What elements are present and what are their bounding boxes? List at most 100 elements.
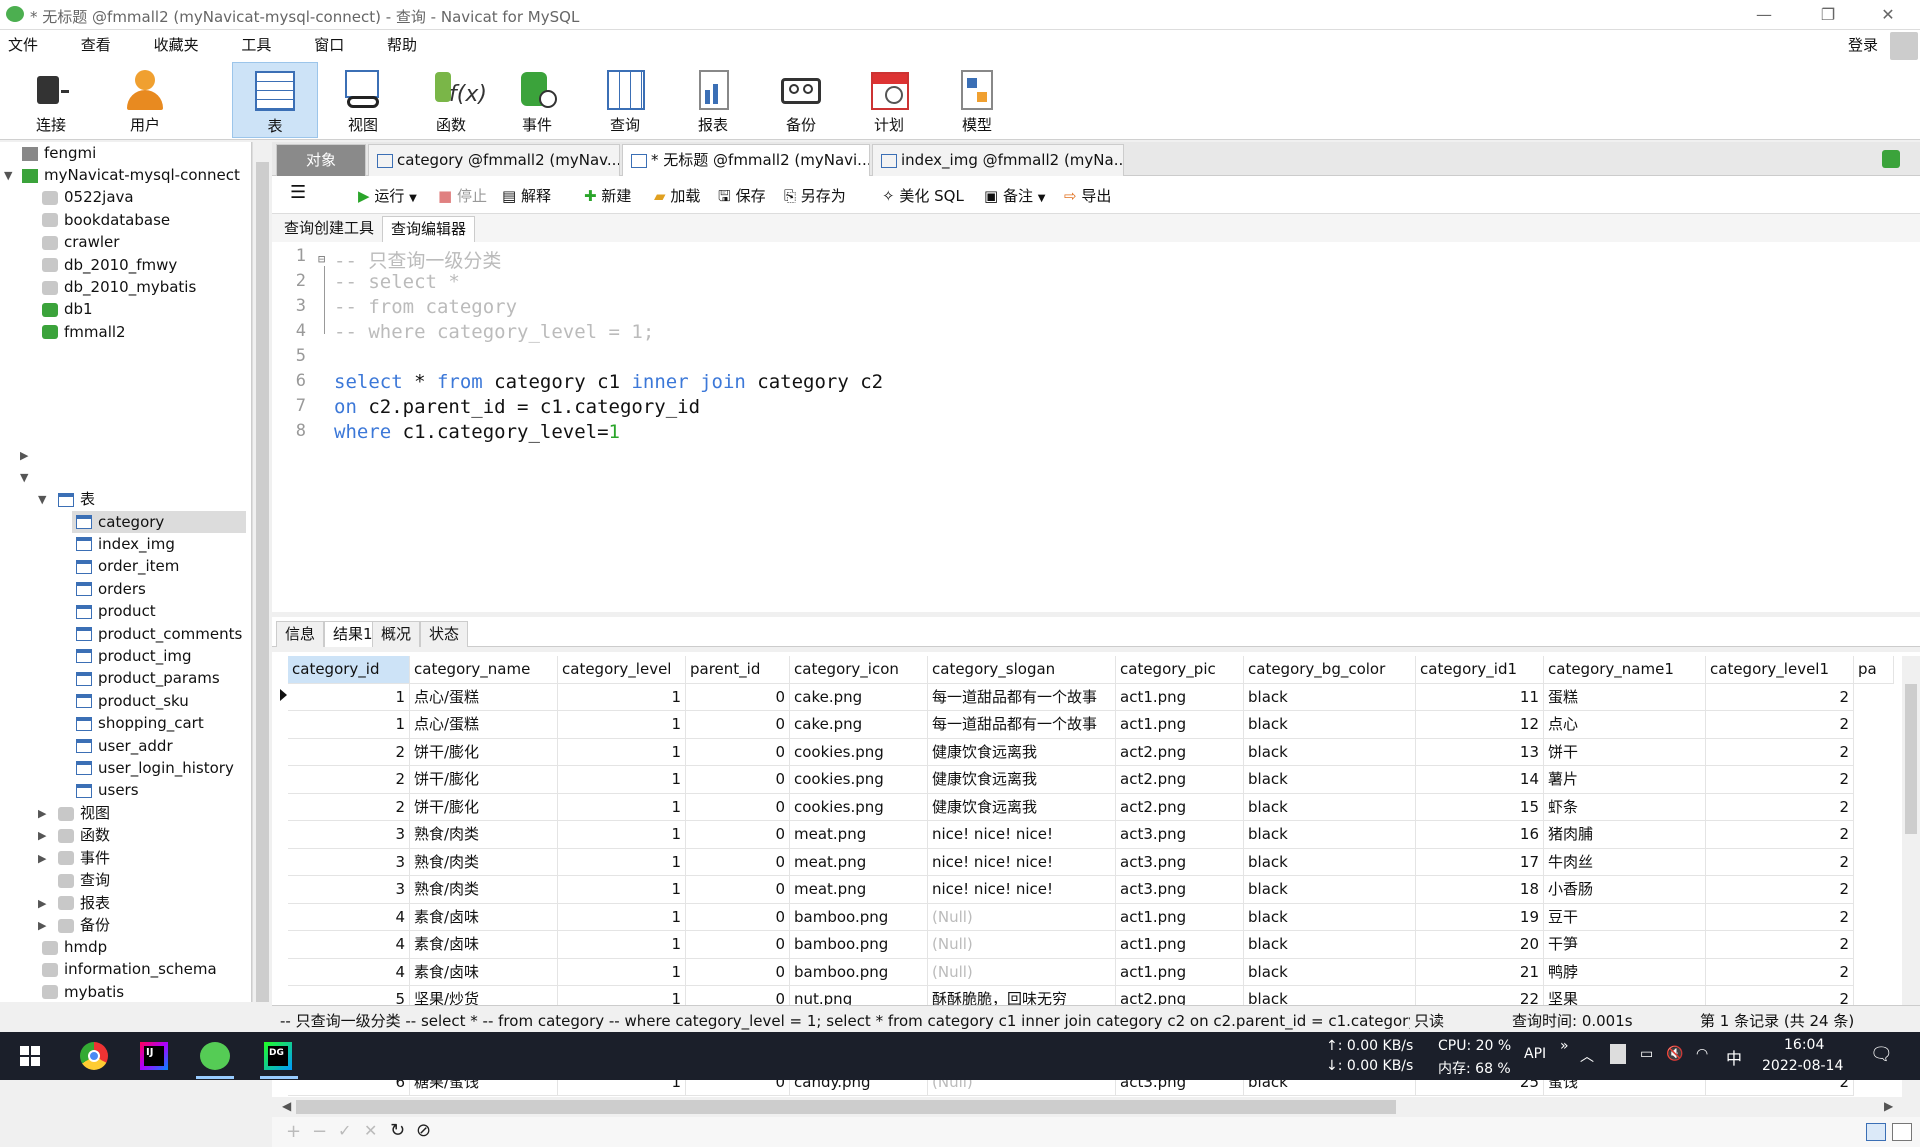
table-cell[interactable]: bamboo.png	[790, 903, 928, 931]
table-cell[interactable]: meat.png	[790, 821, 928, 849]
table-cell[interactable]: 鸭脖	[1544, 958, 1706, 986]
table-cell[interactable]: act2.png	[1116, 766, 1244, 794]
table-cell[interactable]: 猪肉脯	[1544, 821, 1706, 849]
table-cell[interactable]: cake.png	[790, 683, 928, 711]
table-cell[interactable]: 2	[1706, 683, 1854, 711]
table-cell[interactable]: 18	[1416, 876, 1544, 904]
windows-start-icon[interactable]	[20, 1046, 40, 1066]
table-cell[interactable]: 0	[686, 711, 790, 739]
table-cell[interactable]: black	[1244, 903, 1416, 931]
tree-folder-query[interactable]: 查询	[58, 869, 110, 891]
table-cell[interactable]: 点心/蛋糕	[410, 683, 558, 711]
tab-info[interactable]: 信息	[276, 621, 325, 647]
login-link[interactable]: 登录	[1848, 34, 1878, 55]
table-cell[interactable]: act1.png	[1116, 903, 1244, 931]
table-cell[interactable]: 薯片	[1544, 766, 1706, 794]
table-cell[interactable]: 1	[288, 711, 410, 739]
table-cell[interactable]: act2.png	[1116, 793, 1244, 821]
tree-table-orders[interactable]: orders	[76, 578, 146, 600]
collapse-arrow-tables[interactable]: ▼	[38, 493, 46, 506]
table-cell[interactable]: 0	[686, 876, 790, 904]
schedule-button[interactable]: 计划	[846, 62, 932, 138]
tab-untitled-query[interactable]: * 无标题 @fmmall2 (myNavi...	[622, 144, 870, 176]
tree-folder-tables[interactable]: 表	[58, 488, 95, 510]
table-cell[interactable]: 0	[686, 848, 790, 876]
collapse-arrow-fmmall2[interactable]: ▼	[20, 471, 28, 484]
table-cell[interactable]: (Null)	[928, 931, 1116, 959]
table-cell[interactable]: 2	[288, 738, 410, 766]
table-cell[interactable]: 1	[558, 766, 686, 794]
table-cell[interactable]: 13	[1416, 738, 1544, 766]
table-cell[interactable]: 2	[1706, 958, 1854, 986]
column-header-pa[interactable]: pa	[1854, 656, 1894, 684]
tray-app-icon[interactable]	[1610, 1044, 1626, 1064]
table-cell[interactable]: 0	[686, 903, 790, 931]
table-cell[interactable]: 20	[1416, 931, 1544, 959]
tab-index-img[interactable]: index_img @fmmall2 (myNa...	[872, 144, 1124, 176]
ime-indicator[interactable]: 中	[1726, 1045, 1742, 1069]
table-cell[interactable]: 2	[288, 793, 410, 821]
model-button[interactable]: 模型	[934, 62, 1020, 138]
menu-view[interactable]: 查看	[69, 30, 123, 60]
table-cell[interactable]: 4	[288, 931, 410, 959]
table-cell[interactable]: act3.png	[1116, 848, 1244, 876]
battery-icon[interactable]: ▭	[1640, 1046, 1653, 1062]
table-cell[interactable]: 11	[1416, 683, 1544, 711]
table-cell[interactable]: 牛肉丝	[1544, 848, 1706, 876]
column-header-category_name[interactable]: category_name	[410, 656, 558, 684]
tree-folder-report[interactable]: 报表	[58, 892, 110, 914]
report-button[interactable]: 报表	[670, 62, 756, 138]
table-cell[interactable]: bamboo.png	[790, 958, 928, 986]
table-cell[interactable]: nice! nice! nice!	[928, 821, 1116, 849]
add-record-icon[interactable]: +	[286, 1121, 301, 1142]
table-cell[interactable]: nice! nice! nice!	[928, 876, 1116, 904]
refresh-icon[interactable]: ↻	[390, 1120, 405, 1141]
table-cell[interactable]: 饼干	[1544, 738, 1706, 766]
table-cell[interactable]: 0	[686, 683, 790, 711]
table-cell[interactable]: 熟食/肉类	[410, 821, 558, 849]
table-cell[interactable]: 16	[1416, 821, 1544, 849]
table-cell[interactable]: 饼干/膨化	[410, 793, 558, 821]
table-cell[interactable]: 饼干/膨化	[410, 738, 558, 766]
table-cell[interactable]: 0	[686, 821, 790, 849]
tree-table-product[interactable]: product	[76, 600, 156, 622]
grid-vscroll-thumb[interactable]	[1905, 684, 1917, 834]
tree-table-product_sku[interactable]: product_sku	[76, 690, 189, 712]
view-button[interactable]: 视图	[320, 62, 406, 138]
tree-table-users[interactable]: users	[76, 779, 139, 801]
table-cell[interactable]: act3.png	[1116, 821, 1244, 849]
menu-help[interactable]: 帮助	[375, 30, 429, 60]
table-button[interactable]: 表	[232, 62, 318, 138]
tree-db-db_2010_fmwy[interactable]: db_2010_fmwy	[42, 254, 177, 276]
table-cell[interactable]: 12	[1416, 711, 1544, 739]
column-header-category_pic[interactable]: category_pic	[1116, 656, 1244, 684]
table-cell[interactable]: 1	[288, 683, 410, 711]
connect-button[interactable]: 连接	[8, 62, 94, 138]
table-cell[interactable]: 点心	[1544, 711, 1706, 739]
table-cell[interactable]: 熟食/肉类	[410, 876, 558, 904]
column-header-category_bg_color[interactable]: category_bg_color	[1244, 656, 1416, 684]
tree-db-bookdatabase[interactable]: bookdatabase	[42, 209, 170, 231]
table-cell[interactable]: cookies.png	[790, 738, 928, 766]
load-button[interactable]: ▰ 加载	[654, 185, 700, 206]
table-cell[interactable]: act2.png	[1116, 738, 1244, 766]
tree-folder-view[interactable]: 视图	[58, 802, 110, 824]
menu-tools[interactable]: 工具	[229, 30, 283, 60]
column-header-category_level[interactable]: category_level	[558, 656, 686, 684]
hamburger-menu-icon[interactable]: ☰	[290, 182, 306, 203]
tree-db-fmmall2[interactable]: fmmall2	[42, 321, 126, 343]
table-cell[interactable]: 1	[558, 958, 686, 986]
table-cell[interactable]: 健康饮食远离我	[928, 738, 1116, 766]
table-cell[interactable]: 2	[1706, 711, 1854, 739]
table-cell[interactable]: 熟食/肉类	[410, 848, 558, 876]
table-cell[interactable]: 0	[686, 738, 790, 766]
table-cell[interactable]: act1.png	[1116, 711, 1244, 739]
run-button[interactable]: ▶ 运行 ▼	[358, 185, 417, 206]
table-cell[interactable]: cookies.png	[790, 766, 928, 794]
restore-button[interactable]: ❐	[1800, 0, 1856, 30]
menu-file[interactable]: 文件	[0, 30, 50, 60]
table-cell[interactable]: 17	[1416, 848, 1544, 876]
column-header-category_icon[interactable]: category_icon	[790, 656, 928, 684]
table-cell[interactable]: cake.png	[790, 711, 928, 739]
table-cell[interactable]: 1	[558, 711, 686, 739]
